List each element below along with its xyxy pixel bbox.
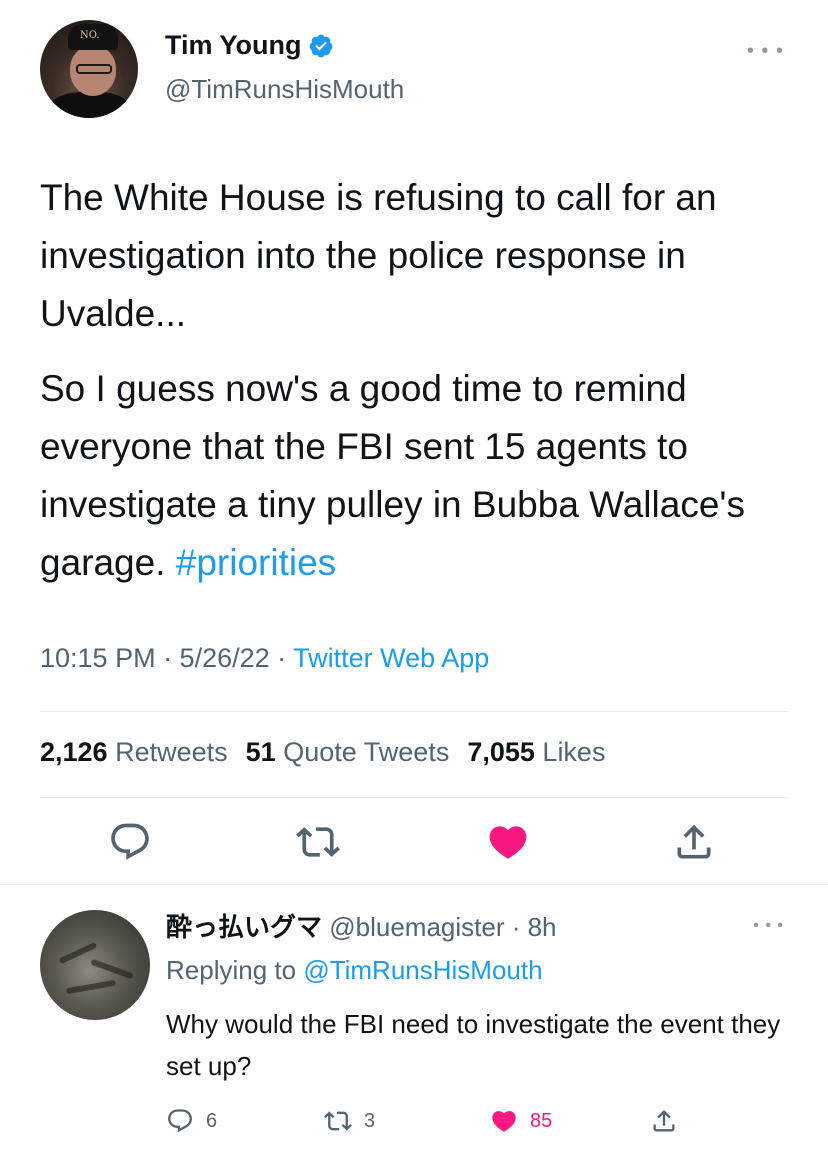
likes-stat[interactable]: 7,055 Likes <box>467 737 605 768</box>
tweet-timestamp[interactable]: 10:15 PM · 5/26/22 · <box>40 643 293 673</box>
author-avatar[interactable]: NO. <box>40 20 138 118</box>
retweet-count: 3 <box>364 1109 376 1132</box>
heart-icon[interactable] <box>486 820 530 864</box>
replying-handle[interactable]: @TimRunsHisMouth <box>303 955 542 985</box>
reply-display-name[interactable]: 酔っ払いグマ <box>166 912 322 942</box>
tweet-paragraph-2: So I guess now's a good time to remind e… <box>40 360 800 592</box>
tweet-paragraph-2-text: So I guess now's a good time to remind e… <box>40 368 745 583</box>
like-count: 85 <box>530 1109 553 1132</box>
author-name-row[interactable]: Tim Young <box>165 30 334 61</box>
share-icon <box>653 1110 675 1132</box>
reply-reply-action[interactable]: 6 <box>166 1107 217 1135</box>
likes-count: 7,055 <box>467 737 535 767</box>
reply-like-action[interactable]: 85 <box>490 1107 552 1135</box>
reply-actions: 6 3 85 <box>0 1107 828 1147</box>
tweet-source[interactable]: Twitter Web App <box>293 643 489 673</box>
hashtag-link[interactable]: #priorities <box>176 542 336 583</box>
avatar-stripe <box>90 958 134 980</box>
verified-badge-icon <box>309 34 332 57</box>
retweet-icon <box>324 1111 352 1131</box>
reply-icon[interactable] <box>108 820 152 864</box>
more-icon[interactable]: • • • <box>747 40 784 63</box>
quotes-count: 51 <box>245 737 276 767</box>
author-handle[interactable]: @TimRunsHisMouth <box>165 74 404 105</box>
reply-header: 酔っ払いグマ @bluemagister · 8h <box>166 907 557 944</box>
avatar-cap: NO. <box>68 24 118 50</box>
reply-avatar[interactable] <box>40 910 150 1020</box>
avatar-stripe <box>65 979 117 995</box>
reply-icon <box>168 1109 192 1133</box>
tweet-meta: 10:15 PM · 5/26/22 · Twitter Web App <box>40 643 489 674</box>
quotes-stat[interactable]: 51 Quote Tweets <box>246 737 450 768</box>
tweet-stats: 2,126 Retweets 51 Quote Tweets 7,055 Lik… <box>40 737 605 768</box>
reply-text: Why would the FBI need to investigate th… <box>166 1009 781 1081</box>
reply-handle-time[interactable]: @bluemagister · 8h <box>329 912 556 942</box>
heart-icon <box>492 1111 516 1132</box>
more-icon[interactable]: • • • <box>753 917 784 935</box>
main-tweet: NO. Tim Young @TimRunsHisMouth • • • The… <box>0 0 828 885</box>
avatar-cap-text: NO. <box>80 30 100 41</box>
replying-prefix: Replying to <box>166 955 304 985</box>
share-icon[interactable] <box>672 820 716 864</box>
reply-tweet[interactable]: 酔っ払いグマ @bluemagister · 8h • • • Replying… <box>0 885 828 1165</box>
reply-count: 6 <box>206 1109 218 1132</box>
avatar-glasses <box>76 64 112 74</box>
divider <box>40 711 788 712</box>
retweets-count: 2,126 <box>40 737 108 767</box>
retweets-label: Retweets <box>115 737 228 767</box>
retweets-stat[interactable]: 2,126 Retweets <box>40 737 228 768</box>
tweet-paragraph-1: The White House is refusing to call for … <box>40 177 717 334</box>
quotes-label: Quote Tweets <box>283 737 450 767</box>
reply-retweet-action[interactable]: 3 <box>324 1107 375 1135</box>
divider <box>40 797 788 798</box>
likes-label: Likes <box>542 737 606 767</box>
reply-share-action[interactable] <box>650 1107 678 1135</box>
author-name[interactable]: Tim Young <box>165 30 302 61</box>
replying-to: Replying to @TimRunsHisMouth <box>166 955 543 986</box>
retweet-icon[interactable] <box>296 820 340 864</box>
tweet-actions <box>0 820 828 870</box>
